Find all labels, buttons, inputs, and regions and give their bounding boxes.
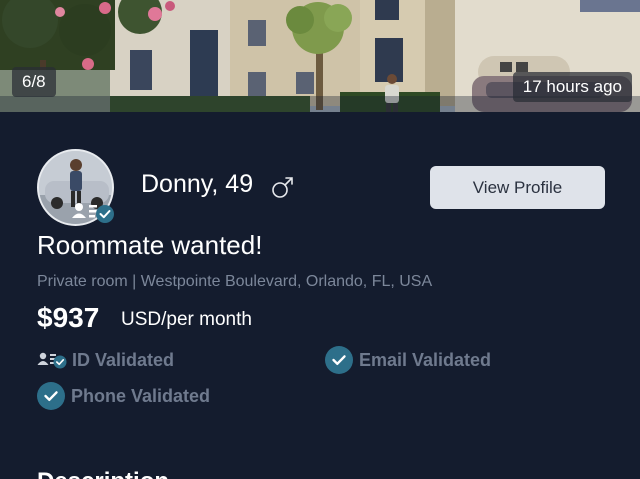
price-unit: USD/per month — [121, 309, 252, 330]
listing-headline: Roommate wanted! — [37, 230, 263, 260]
id-validated-item: ID Validated — [37, 346, 237, 374]
description-heading: Description — [37, 468, 169, 479]
listing-card: Donny, 49 View Profile Roommate wanted! … — [0, 112, 640, 479]
listing-details: Private room | Westpointe Boulevard, Orl… — [37, 273, 433, 290]
phone-validated-label: Phone Validated — [71, 386, 211, 406]
email-validated-item: Email Validated — [325, 346, 545, 374]
view-profile-button[interactable]: View Profile — [430, 166, 605, 209]
email-validated-label: Email Validated — [359, 350, 492, 370]
id-card-check-icon — [37, 352, 67, 369]
listing-photo[interactable]: 6/8 17 hours ago — [0, 0, 640, 112]
male-symbol-icon — [272, 177, 293, 198]
id-verified-badge-icon — [72, 203, 114, 223]
phone-validated-item: Phone Validated — [37, 382, 257, 410]
check-circle-icon — [325, 346, 353, 374]
id-validated-label: ID Validated — [72, 350, 175, 370]
user-name-age: Donny, 49 — [141, 170, 254, 198]
listing-price: $937 — [37, 302, 100, 333]
photo-counter: 6/8 — [12, 67, 56, 97]
check-circle-icon — [37, 382, 65, 410]
post-timestamp: 17 hours ago — [512, 72, 632, 102]
